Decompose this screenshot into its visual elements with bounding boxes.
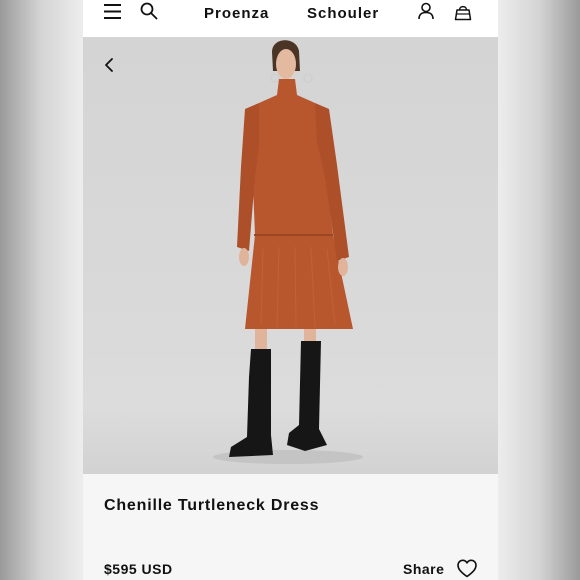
model-wearing-dress-image xyxy=(213,40,363,464)
product-page: Proenza Schouler Chenille Turtleneck Dre… xyxy=(83,0,498,580)
product-price: $595 USD xyxy=(104,561,173,577)
brand-name-first[interactable]: Proenza xyxy=(204,5,269,22)
share-button[interactable]: Share xyxy=(403,561,444,577)
menu-icon[interactable] xyxy=(104,3,121,20)
heart-icon[interactable] xyxy=(457,559,477,578)
user-icon[interactable] xyxy=(417,2,435,20)
product-title: Chenille Turtleneck Dress xyxy=(104,497,320,514)
top-navigation-bar: Proenza Schouler xyxy=(83,0,498,37)
bag-icon[interactable] xyxy=(454,3,472,21)
brand-name-second[interactable]: Schouler xyxy=(307,5,379,22)
product-image-area[interactable] xyxy=(83,37,498,474)
search-icon[interactable] xyxy=(140,2,158,20)
